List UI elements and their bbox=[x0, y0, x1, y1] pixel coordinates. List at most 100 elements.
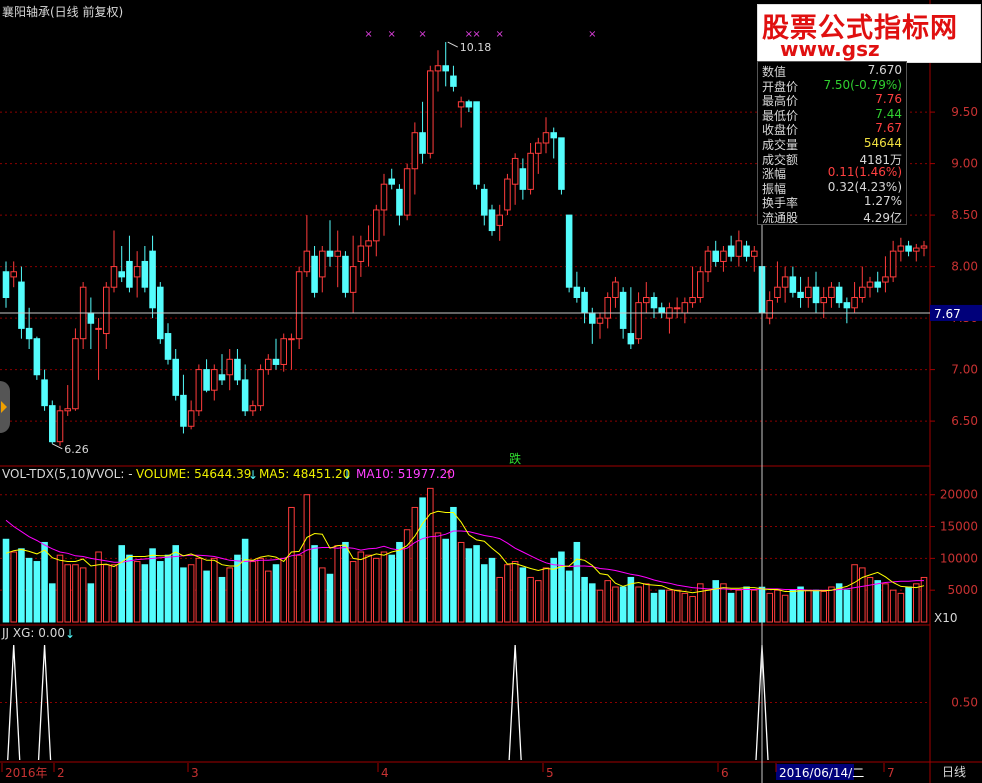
jj-down-arrow: ↓ bbox=[65, 627, 75, 641]
candle-body bbox=[87, 312, 95, 324]
volume-bar bbox=[49, 583, 56, 623]
jj-signal-spike bbox=[7, 644, 21, 761]
candle-body bbox=[41, 379, 48, 407]
volume-bar bbox=[334, 545, 341, 623]
candle-body bbox=[141, 260, 149, 288]
candle-body bbox=[211, 369, 218, 391]
volume-bar bbox=[326, 573, 334, 623]
date-label: 6 bbox=[721, 766, 729, 780]
watermark-logo: 股票公式指标网 www.gsz x.com.cn bbox=[757, 4, 981, 85]
candle-body bbox=[357, 245, 365, 262]
volume-bar bbox=[781, 594, 789, 623]
info-value: 7.670 bbox=[867, 63, 902, 77]
info-value: 1.27% bbox=[863, 194, 902, 209]
volume-bar bbox=[712, 580, 719, 623]
candle-body bbox=[712, 250, 719, 262]
candle-body bbox=[234, 358, 241, 381]
low-price-label: 6.26 bbox=[64, 443, 89, 456]
info-row: 振幅 0.32(4.23%) bbox=[758, 180, 906, 196]
info-row: 最低价 7.44 bbox=[758, 107, 906, 123]
ma10-value: MA10: 51977.20 bbox=[356, 467, 455, 481]
period-label[interactable]: 日线 bbox=[942, 763, 966, 780]
volume-bar bbox=[319, 567, 326, 623]
info-value: 54644 bbox=[863, 136, 902, 150]
candle-body bbox=[187, 410, 195, 427]
volume-bar bbox=[913, 583, 920, 623]
low-pointer bbox=[52, 443, 63, 450]
volume-bar bbox=[427, 487, 434, 623]
info-row: 最高价 7.76 bbox=[758, 92, 906, 108]
volume-bar bbox=[103, 564, 110, 623]
candle-body bbox=[511, 157, 519, 185]
volume-series bbox=[2, 487, 928, 623]
volume-bar bbox=[504, 564, 511, 623]
volume-bar bbox=[658, 589, 665, 623]
candle-body bbox=[241, 379, 249, 412]
candle-body bbox=[411, 132, 419, 170]
date-label: 7 bbox=[887, 766, 895, 780]
date-label: 3 bbox=[191, 766, 199, 780]
candle-body bbox=[843, 302, 851, 309]
candle-body bbox=[681, 302, 689, 314]
volume-bar bbox=[751, 589, 758, 623]
jj-indicator-name[interactable]: JJ XG: 0.00 bbox=[2, 626, 65, 640]
volume-bar bbox=[535, 580, 542, 623]
volume-bar bbox=[365, 554, 372, 623]
candle-body bbox=[33, 338, 41, 376]
volume-scale-label: X10 bbox=[934, 611, 958, 625]
volume-bar bbox=[149, 548, 156, 623]
candle-body bbox=[272, 358, 280, 365]
x-marker: × bbox=[588, 29, 596, 40]
candle-body bbox=[450, 75, 457, 87]
volume-bar bbox=[704, 589, 712, 623]
candle-body bbox=[303, 250, 311, 273]
info-row: 收盘价 7.67 bbox=[758, 121, 906, 137]
side-expand-button[interactable] bbox=[0, 381, 10, 433]
candle-body bbox=[619, 291, 627, 329]
candle-body bbox=[442, 65, 449, 72]
candle-body bbox=[56, 410, 64, 443]
candle-body bbox=[226, 358, 233, 376]
vol-indicator-name[interactable]: VOL-TDX(5,10) bbox=[2, 467, 90, 481]
candle-body bbox=[859, 286, 866, 299]
volume-bar bbox=[180, 567, 187, 623]
volume-bar bbox=[820, 590, 827, 623]
expand-arrow-icon bbox=[1, 401, 7, 413]
volume-bar bbox=[511, 561, 519, 623]
volume-bar bbox=[565, 570, 573, 623]
volume-bar bbox=[64, 564, 71, 623]
volume-tick-label: 15000 bbox=[940, 520, 978, 534]
price-tick-label: 9.50 bbox=[951, 105, 978, 119]
candle-body bbox=[365, 240, 372, 247]
volume-bar bbox=[589, 583, 596, 623]
volume-bar bbox=[25, 557, 33, 623]
volume-value: VOLUME: 54644.39 bbox=[136, 467, 252, 481]
cursor-price-label: 7.67 bbox=[934, 307, 961, 321]
candle-body bbox=[673, 307, 681, 310]
volume-bar bbox=[434, 532, 442, 623]
info-value: 4.29亿 bbox=[863, 211, 902, 225]
volume-bar bbox=[295, 554, 303, 623]
volume-bar bbox=[882, 583, 889, 623]
volume-bar bbox=[241, 538, 249, 623]
volume-bar bbox=[481, 564, 488, 623]
candle-body bbox=[49, 405, 56, 443]
volume-bar bbox=[419, 497, 426, 623]
volume-bar bbox=[303, 494, 311, 623]
candle-body bbox=[689, 297, 696, 304]
volume-bar bbox=[164, 554, 172, 623]
info-value: 0.11(1.46%) bbox=[827, 165, 902, 180]
volume-bar bbox=[496, 576, 503, 623]
volume-bar bbox=[542, 567, 550, 623]
volume-bar bbox=[265, 570, 272, 623]
volume-bar bbox=[411, 506, 419, 623]
candle-body bbox=[797, 291, 804, 299]
volume-bar bbox=[727, 592, 735, 623]
candle-body bbox=[751, 250, 758, 257]
volume-bar bbox=[797, 586, 804, 623]
info-row: 成交额 4181万 bbox=[758, 151, 906, 167]
volume-bar bbox=[612, 586, 619, 623]
info-label: 流通股 bbox=[762, 211, 799, 225]
candle-body bbox=[874, 281, 881, 288]
candle-body bbox=[558, 137, 565, 190]
